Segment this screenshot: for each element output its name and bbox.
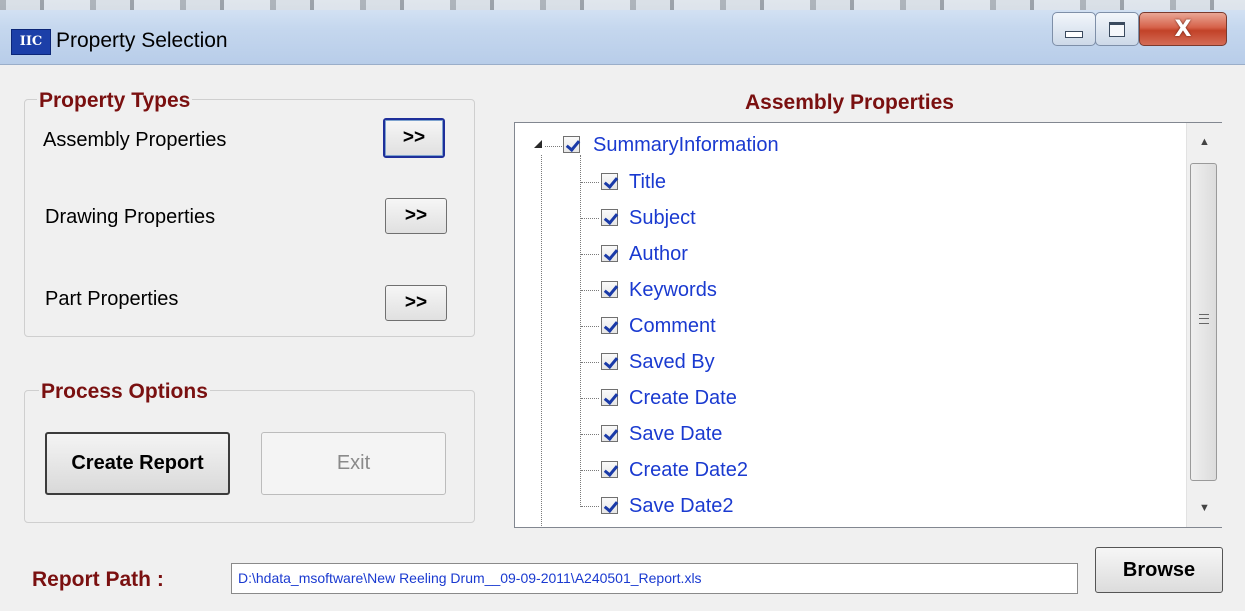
tree-node-property[interactable]: Create Date bbox=[629, 386, 737, 410]
tree-node-property[interactable]: Saved By bbox=[629, 350, 715, 374]
tree-connector bbox=[581, 434, 599, 435]
grip-icon bbox=[1199, 314, 1209, 324]
tree-node-property[interactable]: Keywords bbox=[629, 278, 717, 302]
scrollbar-thumb[interactable] bbox=[1190, 163, 1217, 481]
property-checkbox[interactable] bbox=[601, 281, 618, 298]
property-checkbox[interactable] bbox=[601, 389, 618, 406]
tree-connector bbox=[545, 146, 562, 147]
property-checkbox[interactable] bbox=[601, 461, 618, 478]
tree-connector bbox=[581, 362, 599, 363]
create-report-button[interactable]: Create Report bbox=[45, 432, 230, 495]
tree-connector bbox=[581, 290, 599, 291]
window-title: Property Selection bbox=[56, 29, 228, 52]
minimize-icon bbox=[1065, 30, 1083, 38]
tree-connector bbox=[581, 218, 599, 219]
tree-node-property[interactable]: Title bbox=[629, 170, 666, 194]
collapse-arrow-icon[interactable] bbox=[534, 140, 542, 148]
part-properties-label: Part Properties bbox=[45, 288, 179, 310]
assembly-properties-title: Assembly Properties bbox=[745, 91, 954, 114]
tree-node-property[interactable]: Save Date bbox=[629, 422, 722, 446]
assembly-properties-tree[interactable] bbox=[514, 122, 1222, 528]
property-types-legend: Property Types bbox=[37, 89, 193, 113]
close-icon: X bbox=[1174, 16, 1192, 42]
drawing-properties-button[interactable]: >> bbox=[385, 198, 447, 234]
tree-node-property[interactable]: Subject bbox=[629, 206, 696, 230]
assembly-properties-button[interactable]: >> bbox=[383, 118, 445, 158]
property-checkbox[interactable] bbox=[601, 245, 618, 262]
tree-connector bbox=[581, 182, 599, 183]
close-button[interactable]: X bbox=[1139, 12, 1227, 46]
property-checkbox[interactable] bbox=[601, 317, 618, 334]
tree-node-property[interactable]: Author bbox=[629, 242, 688, 266]
tree-node-summaryinformation[interactable]: SummaryInformation bbox=[593, 133, 779, 157]
exit-button[interactable]: Exit bbox=[261, 432, 446, 495]
process-options-legend: Process Options bbox=[39, 380, 210, 404]
scroll-down-icon[interactable]: ▼ bbox=[1187, 489, 1222, 527]
tree-node-property[interactable]: Save Date2 bbox=[629, 494, 734, 518]
property-checkbox[interactable] bbox=[601, 209, 618, 226]
summaryinformation-checkbox[interactable] bbox=[563, 136, 580, 153]
property-checkbox[interactable] bbox=[601, 173, 618, 190]
property-checkbox[interactable] bbox=[601, 353, 618, 370]
minimize-button[interactable] bbox=[1052, 12, 1096, 46]
report-path-label: Report Path : bbox=[32, 568, 164, 591]
drawing-properties-label: Drawing Properties bbox=[45, 206, 216, 228]
tree-connector bbox=[581, 470, 599, 471]
tree-connector bbox=[541, 155, 542, 526]
part-properties-button[interactable]: >> bbox=[385, 285, 447, 321]
report-path-field[interactable]: D:\hdata_msoftware\New Reeling Drum__09-… bbox=[231, 563, 1078, 594]
tree-connector bbox=[580, 155, 581, 507]
tree-node-property[interactable]: Create Date2 bbox=[629, 458, 748, 482]
property-checkbox[interactable] bbox=[601, 425, 618, 442]
maximize-button[interactable] bbox=[1095, 12, 1139, 46]
maximize-icon bbox=[1109, 21, 1125, 37]
tree-connector bbox=[581, 398, 599, 399]
title-bar: IIC Property Selection X bbox=[0, 0, 1245, 65]
property-checkbox[interactable] bbox=[601, 497, 618, 514]
tree-connector bbox=[581, 254, 599, 255]
tree-node-property[interactable]: Comment bbox=[629, 314, 716, 338]
tree-scrollbar[interactable]: ▲ ▼ bbox=[1186, 123, 1222, 527]
assembly-properties-label: Assembly Properties bbox=[43, 129, 227, 151]
app-icon: IIC bbox=[11, 29, 51, 55]
tree-connector bbox=[581, 506, 599, 507]
browse-button[interactable]: Browse bbox=[1095, 547, 1223, 593]
background-window-strip bbox=[0, 0, 1245, 10]
tree-connector bbox=[581, 326, 599, 327]
scroll-up-icon[interactable]: ▲ bbox=[1187, 123, 1222, 161]
